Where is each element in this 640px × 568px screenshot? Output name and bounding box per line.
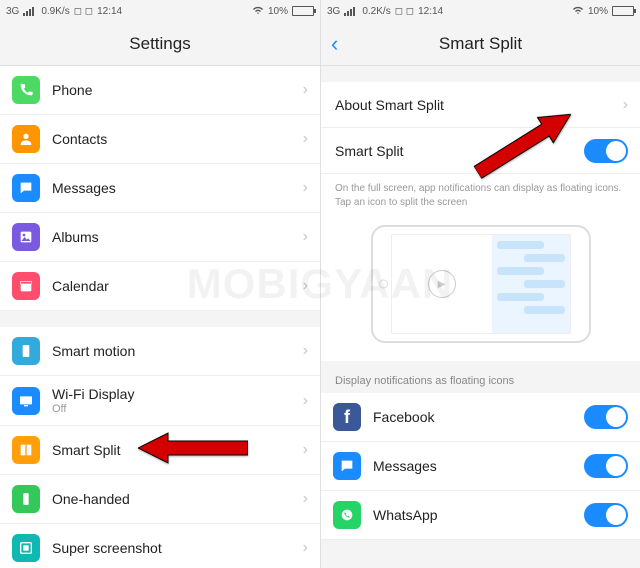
- signal-icon: [23, 6, 37, 16]
- chevron-right-icon: ›: [303, 277, 308, 295]
- app-row-facebook[interactable]: f Facebook: [321, 393, 640, 442]
- wifi-icon: [572, 5, 584, 18]
- wifi-icon: [252, 5, 264, 18]
- settings-row-super-screenshot[interactable]: Super screenshot ›: [0, 524, 320, 568]
- whatsapp-toggle[interactable]: [584, 503, 628, 527]
- chevron-right-icon: ›: [303, 392, 308, 410]
- settings-row-messages[interactable]: Messages ›: [0, 164, 320, 213]
- chevron-right-icon: ›: [623, 96, 628, 114]
- row-label: Albums: [52, 229, 303, 245]
- phone-icon: [12, 76, 40, 104]
- about-smart-split-row[interactable]: About Smart Split ›: [321, 82, 640, 128]
- albums-icon: [12, 223, 40, 251]
- row-label: Phone: [52, 82, 303, 98]
- facebook-icon: f: [333, 403, 361, 431]
- smart-split-icon: [12, 436, 40, 464]
- phone-illustration: ▶: [371, 225, 591, 343]
- smart-split-description: On the full screen, app notifications ca…: [321, 174, 640, 215]
- settings-row-calendar[interactable]: Calendar ›: [0, 262, 320, 311]
- chevron-right-icon: ›: [303, 179, 308, 197]
- row-label: Facebook: [373, 409, 584, 425]
- clock: 12:14: [418, 6, 443, 17]
- battery-pct: 10%: [588, 6, 608, 17]
- chevron-right-icon: ›: [303, 342, 308, 360]
- wifi-display-icon: [12, 387, 40, 415]
- navbar-title: Settings: [0, 22, 320, 66]
- chevron-right-icon: ›: [303, 228, 308, 246]
- network-label: 3G: [6, 6, 19, 17]
- settings-row-albums[interactable]: Albums ›: [0, 213, 320, 262]
- app-row-messages[interactable]: Messages: [321, 442, 640, 491]
- social-icons: ◻ ◻: [395, 6, 414, 17]
- settings-row-one-handed[interactable]: One-handed ›: [0, 475, 320, 524]
- chevron-right-icon: ›: [303, 539, 308, 557]
- whatsapp-icon: [333, 501, 361, 529]
- row-label: Messages: [373, 458, 584, 474]
- row-label: Smart Split: [335, 143, 584, 159]
- play-icon: ▶: [428, 270, 456, 298]
- row-label: Smart Split: [52, 442, 303, 458]
- row-label: Smart motion: [52, 343, 303, 359]
- battery-icon: [292, 6, 314, 16]
- split-preview: ▶: [321, 215, 640, 361]
- signal-icon: [344, 6, 358, 16]
- facebook-toggle[interactable]: [584, 405, 628, 429]
- contacts-icon: [12, 125, 40, 153]
- row-label: Contacts: [52, 131, 303, 147]
- messages-toggle[interactable]: [584, 454, 628, 478]
- chevron-right-icon: ›: [303, 81, 308, 99]
- row-label: Wi-Fi DisplayOff: [52, 386, 303, 415]
- one-handed-icon: [12, 485, 40, 513]
- chevron-right-icon: ›: [303, 490, 308, 508]
- status-bar: 3G 0.2K/s ◻ ◻ 12:14 10%: [321, 0, 640, 22]
- chevron-right-icon: ›: [303, 130, 308, 148]
- messages-icon: [12, 174, 40, 202]
- smart-motion-icon: [12, 337, 40, 365]
- net-speed: 0.9K/s: [41, 6, 69, 17]
- section-heading: Display notifications as floating icons: [321, 361, 640, 393]
- row-label: About Smart Split: [335, 97, 623, 113]
- settings-row-wifi-display[interactable]: Wi-Fi DisplayOff ›: [0, 376, 320, 426]
- messages-app-icon: [333, 452, 361, 480]
- row-label: Messages: [52, 180, 303, 196]
- settings-row-contacts[interactable]: Contacts ›: [0, 115, 320, 164]
- smart-split-toggle-row[interactable]: Smart Split: [321, 128, 640, 174]
- smart-split-toggle[interactable]: [584, 139, 628, 163]
- back-button[interactable]: ‹: [331, 33, 338, 55]
- app-row-whatsapp[interactable]: WhatsApp: [321, 491, 640, 540]
- chevron-right-icon: ›: [303, 441, 308, 459]
- row-label: One-handed: [52, 491, 303, 507]
- social-icons: ◻ ◻: [74, 6, 93, 17]
- battery-pct: 10%: [268, 6, 288, 17]
- network-label: 3G: [327, 6, 340, 17]
- battery-icon: [612, 6, 634, 16]
- screenshot-icon: [12, 534, 40, 562]
- row-label: Calendar: [52, 278, 303, 294]
- clock: 12:14: [97, 6, 122, 17]
- settings-row-smart-motion[interactable]: Smart motion ›: [0, 327, 320, 376]
- status-bar: 3G 0.9K/s ◻ ◻ 12:14 10%: [0, 0, 320, 22]
- settings-row-phone[interactable]: Phone ›: [0, 66, 320, 115]
- navbar-title: ‹ Smart Split: [321, 22, 640, 66]
- settings-row-smart-split[interactable]: Smart Split ›: [0, 426, 320, 475]
- row-label: WhatsApp: [373, 507, 584, 523]
- calendar-icon: [12, 272, 40, 300]
- net-speed: 0.2K/s: [362, 6, 390, 17]
- row-label: Super screenshot: [52, 540, 303, 556]
